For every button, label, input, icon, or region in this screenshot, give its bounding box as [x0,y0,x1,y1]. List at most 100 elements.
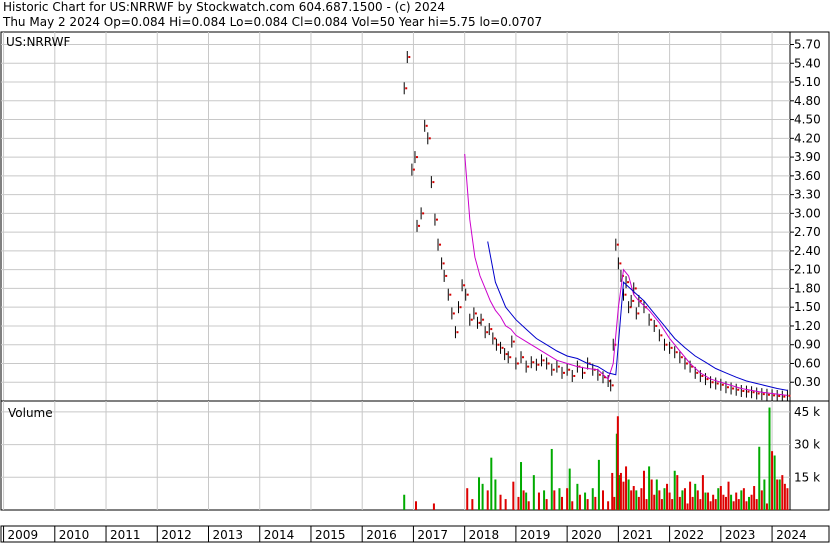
close-dot [680,356,683,359]
volume-bar [594,496,597,510]
close-dot [747,390,750,393]
close-dot [706,378,709,381]
time-axis-label: 2024 [776,528,807,542]
close-dot [650,318,653,321]
close-dot [573,374,576,377]
volume-bar [740,490,743,510]
price-panel-frame [0,31,791,402]
close-dot [670,346,673,349]
close-dot [482,318,485,321]
close-dot [767,393,770,396]
volume-bar [637,496,640,510]
close-dot [470,318,473,321]
close-dot [721,383,724,386]
volume-bar [550,448,553,510]
volume-bar [537,492,540,510]
volume-y-tick-label: 15 k [794,470,820,484]
price-y-tick-label: 4.50 [794,113,821,127]
volume-bar [673,470,676,510]
close-dot [627,281,630,284]
time-axis-label: 2010 [59,528,90,542]
close-dot [505,353,508,356]
volume-bar [471,499,474,510]
close-dot [516,362,519,365]
close-dot [634,287,637,290]
volume-bar [630,490,633,510]
time-axis-label: 2022 [674,528,705,542]
close-dot [432,181,435,184]
volume-bar [553,490,556,510]
price-y-tick-label: 1.50 [794,300,821,314]
close-dot [675,351,678,354]
volume-bar [648,466,651,510]
close-dot [452,312,455,315]
volume-bar [611,472,614,510]
volume-bar [719,486,722,510]
volume-bar [758,446,761,510]
price-y-tick-label: 5.70 [794,38,821,52]
time-axis-label: 2014 [264,528,295,542]
close-dot [716,382,719,385]
volume-bar [576,483,579,510]
volume-bar [742,488,745,510]
close-dot [701,374,704,377]
volume-bar [676,475,679,510]
price-y-tick-label: 0.30 [794,375,821,389]
price-panel-title: US:NRRWF [6,35,70,49]
close-dot [425,124,428,127]
volume-bar [619,472,622,510]
volume-bar [732,501,735,510]
close-dot [428,137,431,140]
volume-bar [527,501,530,510]
price-y-tick-label: 3.60 [794,169,821,183]
volume-bar [414,501,417,510]
volume-bar [745,501,748,510]
close-dot [737,388,740,391]
volume-bar [627,479,630,510]
volume-bar [666,483,669,510]
volume-bar [584,492,587,510]
volume-bar [543,490,546,510]
price-y-tick-label: 2.10 [794,263,821,277]
volume-y-tick-label: 30 k [794,438,820,452]
volume-bar [678,496,681,510]
time-axis: 2009 2010 2011 2012 2013 2014 2015 2016 2017 2018… [0,525,830,543]
volume-bar [632,486,635,510]
volume-bar [748,496,751,510]
volume-bar [765,503,768,510]
price-y-tick-label: 2.70 [794,225,821,239]
volume-bar [466,488,469,510]
price-y-tick-label: 4.80 [794,94,821,108]
price-y-tick-label: 5.10 [794,75,821,89]
close-dot [685,362,688,365]
volume-bar [763,479,766,510]
close-dot [445,274,448,277]
volume-bar [737,499,740,510]
close-dot [696,371,699,374]
volume-bar [645,499,648,510]
close-dot [412,168,415,171]
price-y-tick-label: 1.80 [794,281,821,295]
time-axis-label: 2013 [212,528,243,542]
volume-bar [520,462,523,510]
close-dot [509,356,512,359]
volume-bar [730,494,733,510]
close-dot [542,359,545,362]
volume-bar [722,494,725,510]
time-axis-label: 2017 [417,528,448,542]
price-y-tick-label: 0.90 [794,338,821,352]
volume-bar [689,481,692,510]
close-dot [598,373,601,376]
volume-y-axis: 15 k 30 k 45 k [794,405,820,484]
time-axis-label: 2019 [520,528,551,542]
close-dot [463,284,466,287]
volume-bar [525,492,528,510]
volume-bar [776,479,779,510]
volume-bar [760,490,763,510]
volume-bar [699,499,702,510]
chart-page: Historic Chart for US:NRRWF by Stockwatc… [0,0,830,543]
price-y-tick-label: 1.20 [794,319,821,333]
close-dot [435,218,438,221]
price-y-tick-label: 0.60 [794,356,821,370]
volume-bar [578,494,581,510]
